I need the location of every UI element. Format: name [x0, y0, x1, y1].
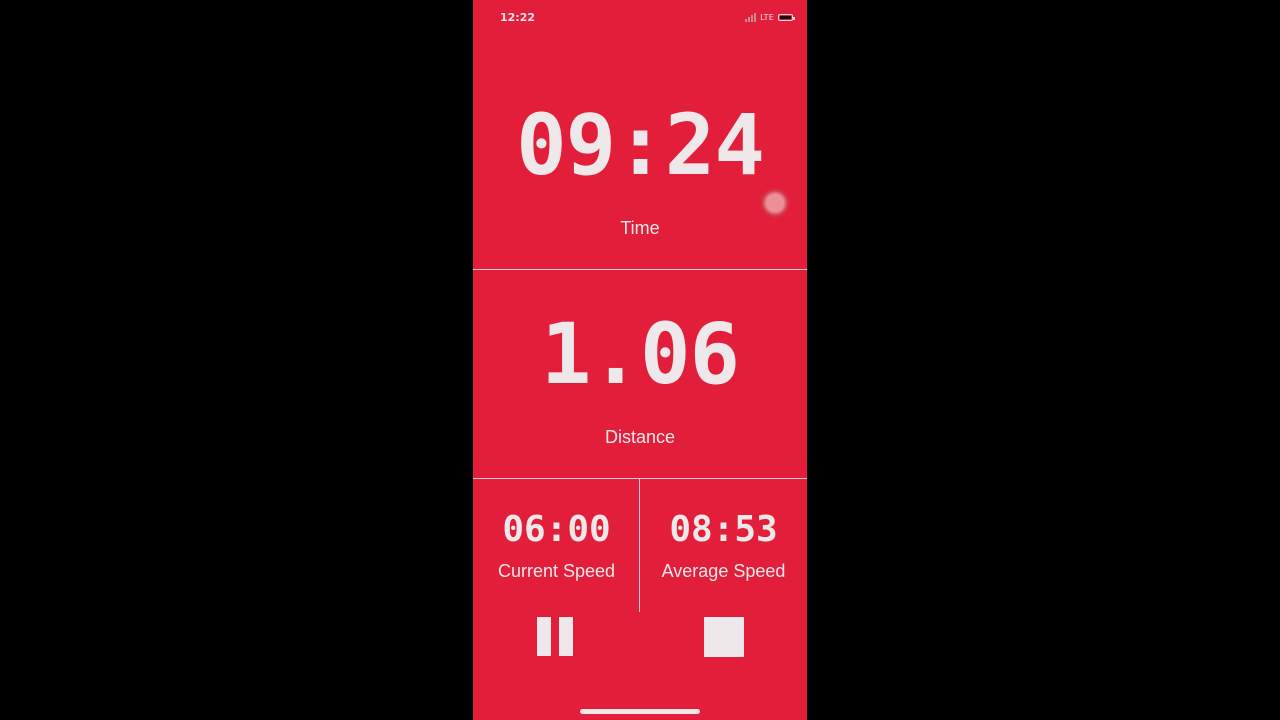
app-screen: 12:22 LTE 09:24 Time 1.06 Distance 06:00…	[473, 0, 807, 720]
current-speed-panel: 06:00 Current Speed	[473, 509, 640, 582]
battery-icon	[778, 14, 795, 21]
pause-button[interactable]	[537, 617, 577, 657]
signal-icon	[745, 13, 757, 22]
pause-icon	[537, 617, 551, 656]
distance-label: Distance	[604, 427, 676, 447]
current-speed-label: Current Speed	[497, 561, 616, 581]
status-bar: 12:22 LTE	[473, 0, 807, 36]
divider-bottom	[473, 478, 807, 479]
divider-top	[473, 269, 807, 270]
average-speed-panel: 08:53 Average Speed	[640, 509, 807, 582]
status-indicators: LTE	[745, 13, 795, 22]
status-time: 12:22	[500, 11, 536, 24]
touch-indicator	[760, 188, 790, 218]
average-speed-label: Average Speed	[661, 561, 786, 581]
pause-icon-bar	[559, 617, 573, 656]
current-speed-value: 06:00	[502, 509, 611, 550]
average-speed-value: 08:53	[669, 509, 778, 550]
network-label: LTE	[760, 13, 774, 22]
distance-value: 1.06	[540, 305, 740, 403]
time-value: 09:24	[516, 96, 765, 194]
time-label: Time	[620, 218, 660, 238]
home-indicator[interactable]	[580, 709, 700, 714]
stop-button[interactable]	[704, 617, 744, 657]
